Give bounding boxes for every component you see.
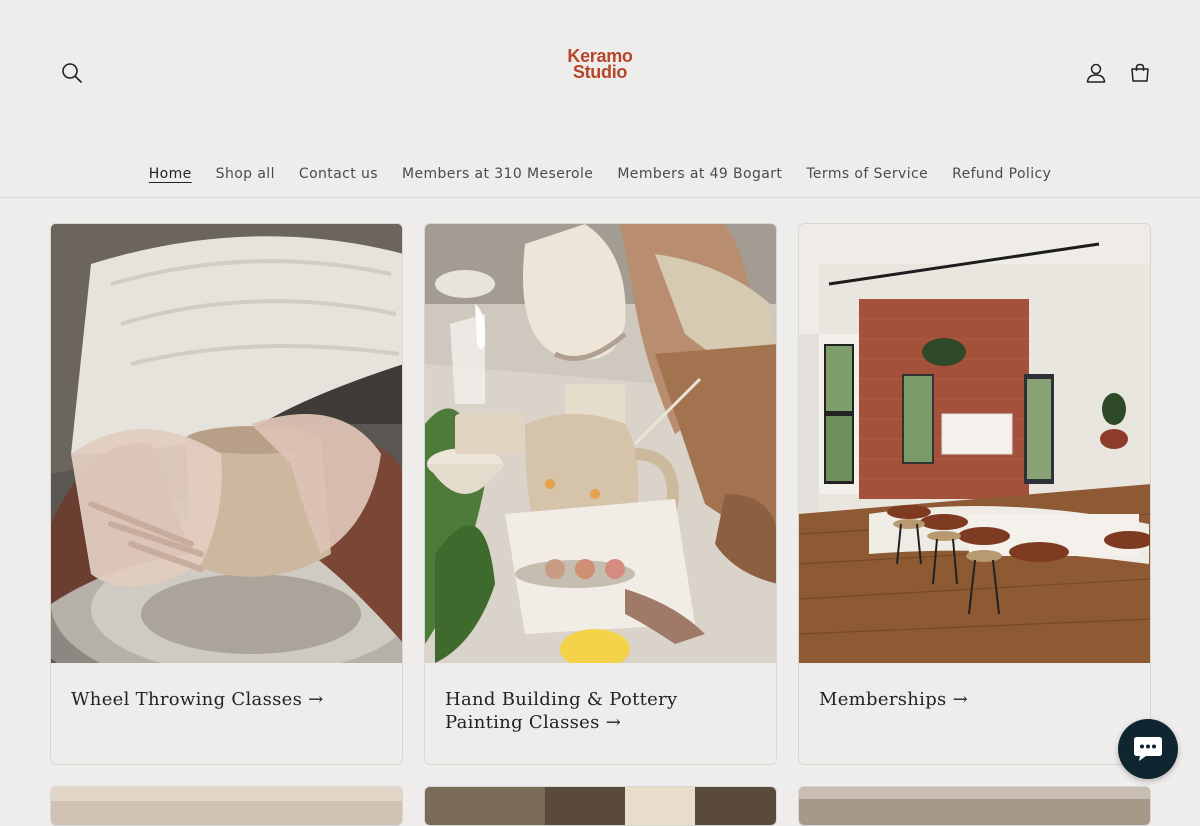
- collection-card-image: [799, 787, 1150, 825]
- search-button[interactable]: [56, 57, 88, 89]
- account-button[interactable]: [1080, 57, 1112, 89]
- collection-card-memberships[interactable]: Memberships →: [798, 223, 1151, 765]
- collection-grid: Wheel Throwing Classes → Hand Building &…: [50, 223, 1151, 826]
- memberships-image: [799, 224, 1150, 663]
- main-navigation: Home Shop all Contact us Members at 310 …: [0, 163, 1200, 185]
- collection-card-wheel-throwing[interactable]: Wheel Throwing Classes →: [50, 223, 403, 765]
- collection-card-row2-1[interactable]: [50, 786, 403, 826]
- nav-item-refund-policy[interactable]: Refund Policy: [940, 163, 1063, 185]
- chat-bubble-icon: [1134, 737, 1162, 761]
- site-header: Keramo Studio Home Shop all Contact us M…: [0, 0, 1200, 198]
- nav-item-members-310-meserole[interactable]: Members at 310 Meserole: [390, 163, 605, 185]
- nav-item-terms-of-service[interactable]: Terms of Service: [794, 163, 940, 185]
- nav-item-contact-us[interactable]: Contact us: [287, 163, 390, 185]
- chat-button[interactable]: [1118, 719, 1178, 779]
- collection-card-image: [51, 787, 402, 825]
- cart-icon: [1131, 63, 1149, 82]
- collection-card-image: [425, 787, 776, 825]
- nav-item-shop-all[interactable]: Shop all: [204, 163, 287, 185]
- wheel-throwing-image: [51, 224, 402, 663]
- search-icon: [62, 63, 82, 83]
- brand-logo[interactable]: Keramo Studio: [540, 47, 660, 82]
- collection-card-hand-building[interactable]: Hand Building & Pottery Painting Classes…: [424, 223, 777, 765]
- nav-item-home[interactable]: Home: [137, 163, 204, 185]
- collection-card-row2-2[interactable]: [424, 786, 777, 826]
- cart-button[interactable]: [1124, 57, 1156, 89]
- brand-logo-line2: Studio: [572, 62, 628, 82]
- nav-item-members-49-bogart[interactable]: Members at 49 Bogart: [605, 163, 794, 185]
- collection-card-row2-3[interactable]: [798, 786, 1151, 826]
- collection-card-title: Wheel Throwing Classes →: [71, 689, 324, 710]
- collection-card-title: Hand Building & Pottery Painting Classes…: [445, 689, 678, 733]
- hand-building-image: [425, 224, 776, 663]
- user-icon: [1086, 63, 1106, 83]
- collection-card-title: Memberships →: [819, 689, 968, 710]
